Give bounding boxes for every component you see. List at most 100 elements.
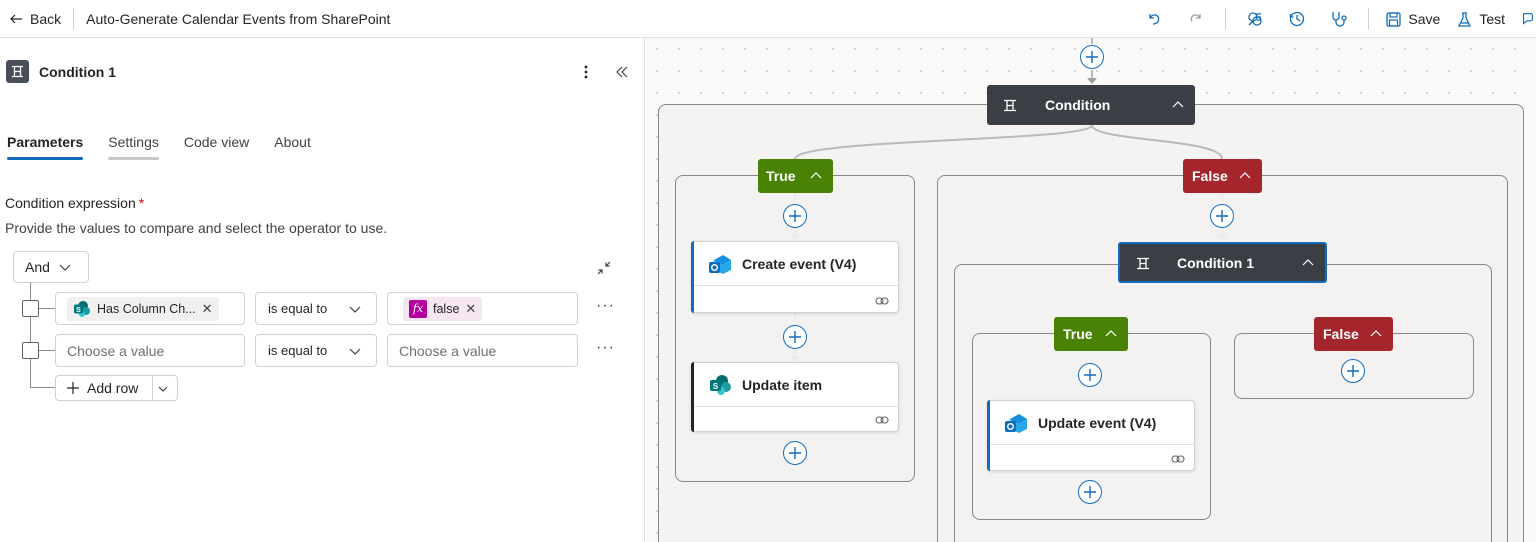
card-title: Update event (V4) bbox=[1038, 414, 1157, 431]
tree-line bbox=[38, 308, 55, 309]
chevron-up-icon[interactable] bbox=[1104, 327, 1118, 341]
card-accent bbox=[691, 362, 694, 432]
group-operator-dropdown[interactable]: And bbox=[13, 251, 89, 283]
redo-icon bbox=[1191, 14, 1202, 22]
add-icon bbox=[789, 447, 801, 459]
insert-step-button[interactable] bbox=[783, 441, 807, 465]
link-icon bbox=[1171, 455, 1185, 463]
save-button[interactable]: Save bbox=[1385, 11, 1440, 28]
insert-step-button[interactable] bbox=[1080, 45, 1104, 69]
insert-step-button[interactable] bbox=[1210, 204, 1234, 228]
close-icon[interactable]: ✕ bbox=[202, 301, 213, 317]
flow-health-button[interactable] bbox=[1325, 5, 1353, 33]
condition-1-label: Condition 1 bbox=[1177, 255, 1254, 271]
chevron-up-icon[interactable] bbox=[1369, 327, 1383, 341]
condition-icon bbox=[1004, 99, 1016, 112]
feedback-button[interactable] bbox=[1520, 5, 1536, 33]
true-branch-header[interactable]: True bbox=[758, 159, 833, 193]
insert-step-button[interactable] bbox=[1341, 359, 1365, 383]
row-checkbox[interactable] bbox=[22, 300, 39, 317]
required-mark: * bbox=[138, 195, 145, 211]
group-operator-value: And bbox=[25, 259, 50, 275]
right-operand-field[interactable]: Choose a value bbox=[387, 334, 578, 367]
chevron-down-icon[interactable] bbox=[156, 382, 170, 396]
flow-checker-button[interactable] bbox=[1241, 5, 1269, 33]
undo-icon bbox=[1149, 14, 1160, 25]
test-button[interactable]: Test bbox=[1456, 11, 1505, 28]
tab-list: Parameters Settings Code view About bbox=[7, 134, 311, 160]
card-accent bbox=[691, 241, 694, 313]
kebab-icon bbox=[584, 65, 588, 79]
add-row-button[interactable]: Add row bbox=[55, 375, 178, 401]
svg-text:S: S bbox=[76, 307, 81, 314]
test-label: Test bbox=[1479, 11, 1505, 27]
false-label: False bbox=[1192, 168, 1228, 184]
back-button[interactable]: Back bbox=[0, 7, 71, 31]
row-checkbox[interactable] bbox=[22, 342, 39, 359]
expression-token[interactable]: fx false ✕ bbox=[403, 296, 483, 321]
chevron-up-icon[interactable] bbox=[809, 169, 823, 183]
row-more-button[interactable]: ··· bbox=[596, 339, 615, 357]
add-icon bbox=[789, 210, 801, 222]
false-branch-header[interactable]: False bbox=[1183, 159, 1262, 193]
flow-title: Auto-Generate Calendar Events from Share… bbox=[86, 10, 391, 27]
operator-dropdown[interactable]: is equal to bbox=[255, 292, 377, 325]
add-icon bbox=[67, 382, 79, 394]
left-operand-field[interactable]: S Has Column Ch... ✕ bbox=[55, 292, 245, 325]
action-card-update-item[interactable]: S Update item bbox=[691, 362, 899, 432]
undo-button[interactable] bbox=[1140, 5, 1168, 33]
collapse-panel-button[interactable] bbox=[612, 62, 632, 82]
link-icon bbox=[875, 297, 889, 305]
true-label: True bbox=[766, 168, 796, 184]
action-card-update-event[interactable]: Update event (V4) bbox=[987, 400, 1195, 471]
expand-icon[interactable] bbox=[594, 258, 614, 278]
tree-line bbox=[30, 387, 55, 388]
tab-about[interactable]: About bbox=[274, 134, 311, 160]
feedback-icon bbox=[1522, 13, 1534, 25]
history-button[interactable] bbox=[1283, 5, 1311, 33]
right-operand-field[interactable]: fx false ✕ bbox=[387, 292, 578, 325]
tab-code-view[interactable]: Code view bbox=[184, 134, 249, 160]
add-icon bbox=[1216, 210, 1228, 222]
condition-icon bbox=[1137, 257, 1149, 270]
insert-step-button[interactable] bbox=[1078, 480, 1102, 504]
tab-settings[interactable]: Settings bbox=[108, 134, 159, 160]
operator-dropdown[interactable]: is equal to bbox=[255, 334, 377, 367]
insert-step-button[interactable] bbox=[783, 204, 807, 228]
stethoscope-icon bbox=[1332, 12, 1348, 27]
tree-line bbox=[38, 350, 55, 351]
add-icon bbox=[789, 331, 801, 343]
add-icon bbox=[1347, 365, 1359, 377]
toolbar-divider bbox=[1225, 8, 1227, 30]
panel-header: Condition 1 bbox=[6, 60, 116, 83]
add-row-label: Add row bbox=[87, 380, 139, 396]
panel-title: Condition 1 bbox=[39, 63, 116, 80]
chevron-up-icon[interactable] bbox=[1238, 169, 1252, 183]
tab-parameters[interactable]: Parameters bbox=[7, 134, 84, 160]
history-icon bbox=[1290, 11, 1305, 27]
dynamic-content-token[interactable]: S Has Column Ch... ✕ bbox=[67, 296, 219, 321]
designer-canvas[interactable]: Condition True Create event (V4) S Updat… bbox=[646, 38, 1536, 542]
inner-true-header[interactable]: True bbox=[1054, 317, 1128, 351]
insert-step-button[interactable] bbox=[783, 325, 807, 349]
fx-icon: fx bbox=[409, 299, 427, 318]
chevron-up-icon[interactable] bbox=[1301, 256, 1315, 270]
left-operand-field[interactable]: Choose a value bbox=[55, 334, 245, 367]
condition-node[interactable]: Condition bbox=[987, 85, 1195, 125]
condition-1-node[interactable]: Condition 1 bbox=[1118, 242, 1327, 283]
token-label: false bbox=[433, 301, 460, 316]
chevron-down-icon bbox=[59, 264, 71, 271]
inner-false-header[interactable]: False bbox=[1314, 317, 1393, 351]
link-icon bbox=[875, 416, 889, 424]
chevron-up-icon[interactable] bbox=[1171, 98, 1185, 112]
sharepoint-icon: S bbox=[74, 300, 90, 317]
redo-button[interactable] bbox=[1182, 5, 1210, 33]
more-options-button[interactable] bbox=[578, 62, 594, 82]
row-more-button[interactable]: ··· bbox=[596, 297, 615, 315]
action-card-create-event[interactable]: Create event (V4) bbox=[691, 241, 899, 313]
close-icon[interactable]: ✕ bbox=[465, 301, 476, 317]
chevron-down-icon bbox=[349, 348, 361, 355]
insert-step-button[interactable] bbox=[1078, 363, 1102, 387]
svg-text:S: S bbox=[713, 382, 719, 391]
operator-value: is equal to bbox=[268, 343, 328, 358]
